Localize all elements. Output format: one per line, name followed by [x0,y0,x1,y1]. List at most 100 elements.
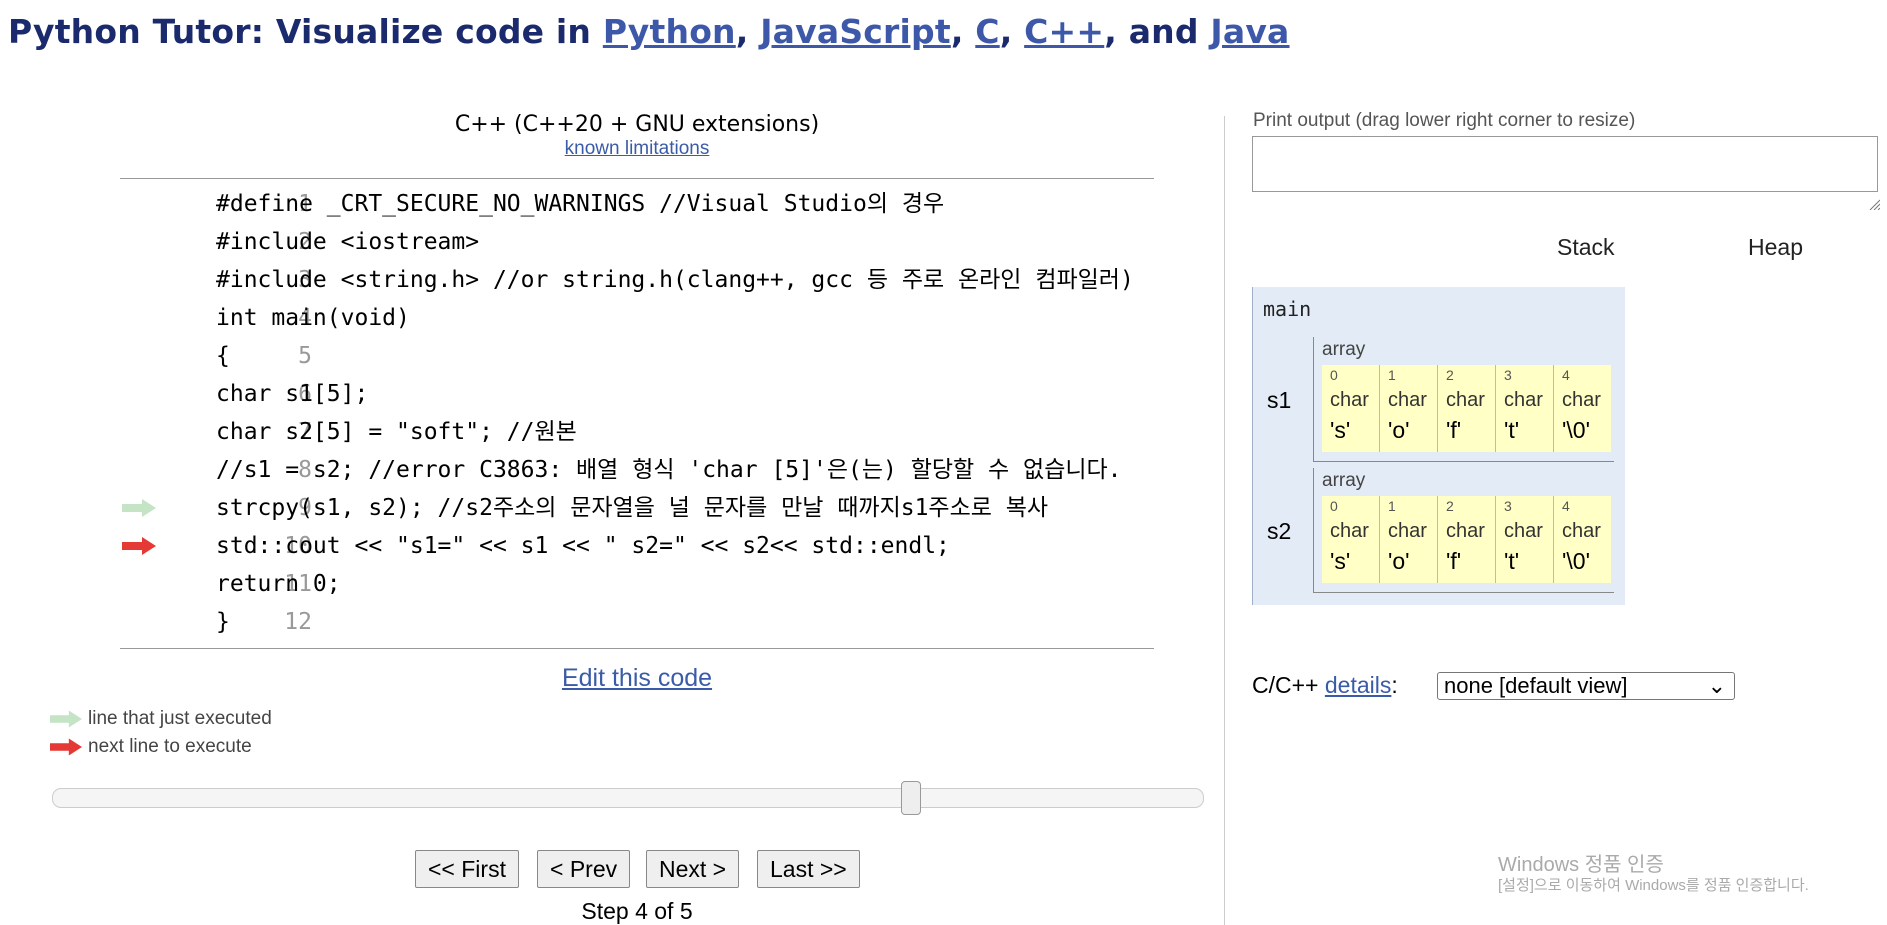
slider-thumb[interactable] [901,781,921,815]
code-text: #include <iostream> [216,229,480,255]
code-line-3: 3 #include <string.h> //or string.h(clan… [120,261,1154,299]
cell-index: 0 [1330,367,1338,383]
array-cells: 0 char 's' 1 char 'o' 2 char 'f' 3 char 't' 4 cha… [1322,365,1611,452]
code-line-5: 5 { [120,337,1154,375]
array-cell: 0 char 's' [1322,365,1380,452]
code-display: 1 #define _CRT_SECURE_NO_WARNINGS //Visu… [120,178,1154,649]
frame-name: main [1263,297,1312,321]
code-line-12: 12 } [120,603,1154,641]
code-text: } [216,609,230,635]
code-text: char s2[5] = "soft"; //원본 [216,419,577,445]
cell-value: '\0' [1562,417,1590,443]
step-slider[interactable] [52,781,1204,815]
resize-grip-icon[interactable] [1868,198,1880,210]
chevron-down-icon: ⌄ [1707,673,1726,698]
code-text: { [216,343,230,369]
code-line-1: 1 #define _CRT_SECURE_NO_WARNINGS //Visu… [120,185,1154,223]
title-prefix: Python Tutor: Visualize code in [8,12,603,51]
edit-code-link[interactable]: Edit this code [562,664,712,692]
variable-name-s1: s1 [1267,387,1292,413]
array-cell: 2 char 'f' [1438,365,1496,452]
stack-frame-main: main s1 array 0 char 's' 1 char 'o' 2 char 'f'… [1252,287,1625,605]
cell-type: char [1388,520,1427,542]
cell-type: char [1388,389,1427,411]
code-text: #define _CRT_SECURE_NO_WARNINGS //Visual… [216,191,945,217]
heap-header: Heap [1748,234,1803,260]
array-cell: 2 char 'f' [1438,496,1496,583]
details-link[interactable]: details [1325,672,1391,698]
last-button[interactable]: Last >> [757,850,860,888]
code-text: int main(void) [216,305,410,331]
print-output-label: Print output (drag lower right corner to… [1253,110,1636,131]
cell-type: char [1446,389,1485,411]
title-sep: , [950,12,976,51]
known-limitations-link[interactable]: known limitations [565,138,710,159]
cell-index: 2 [1446,367,1454,383]
cell-type: char [1330,389,1369,411]
array-cell: 3 char 't' [1496,365,1554,452]
line-number: 5 [298,343,312,369]
title-sep: , [735,12,761,51]
python-link[interactable]: Python [603,12,736,51]
variable-name-s2: s2 [1267,518,1292,544]
code-line-4: 4 int main(void) [120,299,1154,337]
edit-row: Edit this code [120,664,1154,693]
next-button[interactable]: Next > [646,850,740,888]
array-cells: 0 char 's' 1 char 'o' 2 char 'f' 3 char 't' 4 cha… [1322,496,1611,583]
code-text: char s1[5]; [216,381,369,407]
legend-executed: line that just executed [50,708,272,730]
prev-button[interactable]: < Prev [537,850,631,888]
cell-index: 3 [1504,498,1512,514]
first-button[interactable]: << First [415,850,519,888]
cell-value: '\0' [1562,548,1590,574]
details-selected-value: none [default view] [1444,673,1628,698]
java-link[interactable]: Java [1210,12,1289,51]
activation-watermark-text: [설정]으로 이동하여 Windows를 정품 인증합니다. [1498,877,1809,894]
legend-next-label: next line to execute [88,736,252,757]
title-sep: , [999,12,1025,51]
code-line-10: 10 std::cout << "s1=" << s1 << " s2=" <<… [120,527,1154,565]
legend-executed-label: line that just executed [88,708,272,729]
cell-value: 's' [1330,417,1351,443]
array-cell: 3 char 't' [1496,496,1554,583]
print-output-box[interactable] [1252,136,1878,192]
cell-value: 's' [1330,548,1351,574]
code-text: return 0; [216,571,341,597]
line-number: 12 [284,609,312,635]
cell-value: 't' [1504,548,1520,574]
cell-type: char [1446,520,1485,542]
code-line-2: 2 #include <iostream> [120,223,1154,261]
code-line-8: 8 //s1 = s2; //error C3863: 배열 형식 'char … [120,451,1154,489]
cell-value: 't' [1504,417,1520,443]
step-counter: Step 4 of 5 [581,898,693,924]
page-title: Python Tutor: Visualize code in Python , … [8,12,1290,51]
cell-type: char [1562,520,1601,542]
array-cell: 1 char 'o' [1380,496,1438,583]
title-sep: , and [1104,12,1211,51]
activation-watermark-title: Windows 정품 인증 [1498,854,1664,876]
cell-index: 1 [1388,498,1396,514]
javascript-link[interactable]: JavaScript [760,12,951,51]
details-suffix: : [1391,672,1398,698]
limitations-row: known limitations [120,138,1154,160]
array-cell: 4 char '\0' [1554,365,1611,452]
legend-next: next line to execute [50,736,252,758]
code-text: std::cout << "s1=" << s1 << " s2=" << s2… [216,533,950,559]
cell-index: 4 [1562,367,1570,383]
array-cell: 0 char 's' [1322,496,1380,583]
stack-header: Stack [1557,234,1615,260]
next-arrow-icon [50,738,82,756]
cpp-link[interactable]: C++ [1024,12,1104,51]
details-row: C/C++ details: [1252,672,1398,699]
language-label: C++ (C++20 + GNU extensions) [454,112,820,137]
cell-type: char [1504,389,1543,411]
code-line-7: 7 char s2[5] = "soft"; //원본 [120,413,1154,451]
details-select[interactable]: none [default view] ⌄ [1437,672,1735,700]
executed-arrow-icon [122,499,156,517]
panel-divider [1224,116,1225,925]
cell-type: char [1562,389,1601,411]
cell-index: 4 [1562,498,1570,514]
c-link[interactable]: C [975,12,999,51]
code-text: strcpy(s1, s2); //s2주소의 문자열을 널 문자를 만날 때까… [216,495,1049,521]
array-s2: array 0 char 's' 1 char 'o' 2 char 'f' 3 char 't… [1313,468,1614,593]
